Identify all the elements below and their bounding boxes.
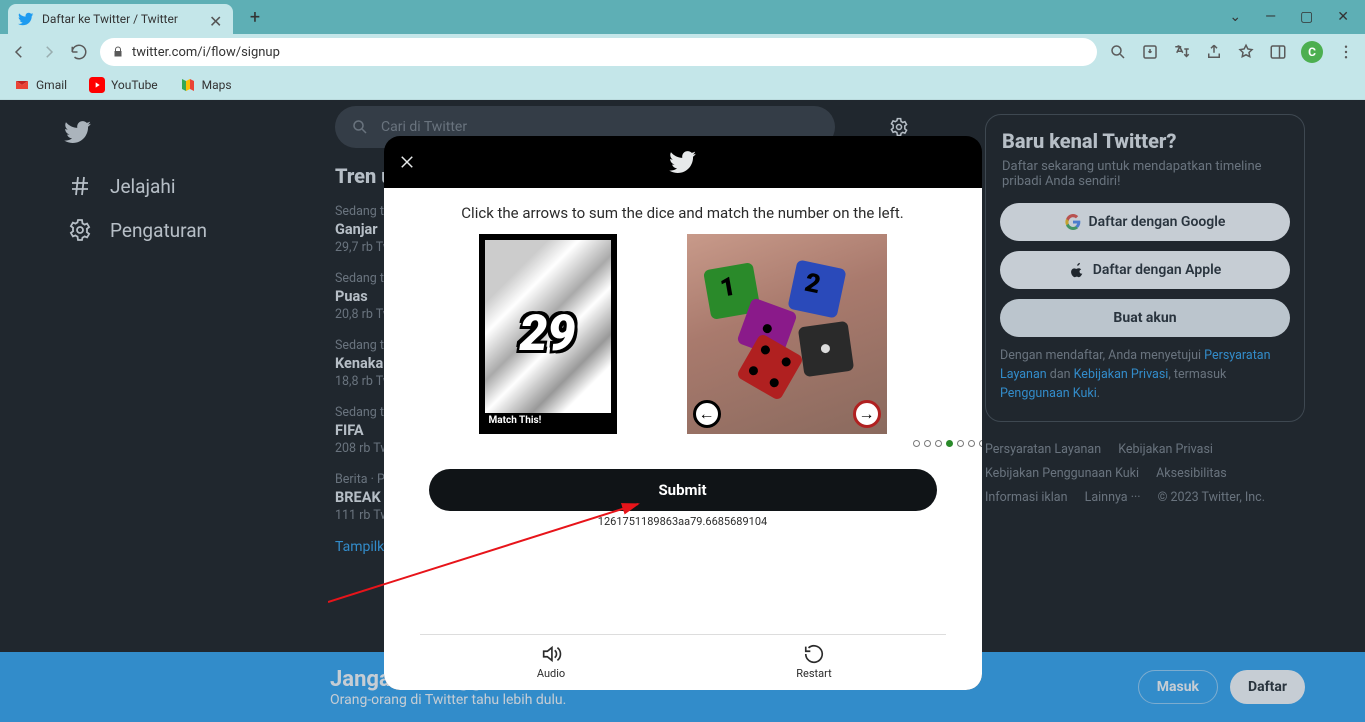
dot	[935, 440, 942, 447]
bookmark-star-icon[interactable]	[1237, 43, 1255, 61]
captcha-target-image: 29 Match This!	[479, 234, 617, 434]
url-text: twitter.com/i/flow/signup	[132, 45, 280, 60]
forward-button[interactable]	[40, 43, 58, 61]
close-icon[interactable]	[398, 153, 416, 171]
address-bar[interactable]: twitter.com/i/flow/signup	[100, 38, 1097, 66]
captcha-dice-image: 1 2 ← →	[687, 234, 887, 434]
side-panel-icon[interactable]	[1269, 43, 1287, 61]
tab-strip: Daftar ke Twitter / Twitter ✕ + ⌄ ― ▢ ✕	[0, 0, 1365, 34]
captcha-arrow-left[interactable]: ←	[693, 400, 721, 428]
dot	[979, 440, 982, 447]
bookmark-gmail[interactable]: Gmail	[14, 77, 67, 93]
audio-icon	[540, 643, 562, 665]
back-button[interactable]	[10, 43, 28, 61]
kebab-menu-icon[interactable]	[1337, 43, 1355, 61]
captcha-target-number: 29	[519, 305, 575, 363]
browser-toolbar: twitter.com/i/flow/signup C	[0, 34, 1365, 70]
dot	[924, 440, 931, 447]
captcha-body: Click the arrows to sum the dice and mat…	[384, 188, 982, 690]
modal-header	[384, 136, 982, 188]
reload-button[interactable]	[70, 43, 88, 61]
minimize-icon[interactable]: ―	[1265, 9, 1276, 25]
search-icon[interactable]	[1109, 43, 1127, 61]
new-tab-button[interactable]: +	[241, 3, 269, 31]
bookmark-label: YouTube	[111, 78, 158, 92]
die-blue: 2	[787, 259, 846, 318]
captcha-arrow-right[interactable]: →	[853, 400, 881, 428]
tab-title: Daftar ke Twitter / Twitter	[42, 12, 201, 26]
captcha-submit-button[interactable]: Submit	[429, 469, 937, 511]
bookmarks-bar: Gmail YouTube Maps	[0, 70, 1365, 100]
twitter-favicon	[18, 11, 34, 27]
button-label: Restart	[796, 667, 831, 680]
gmail-icon	[14, 77, 30, 93]
bookmark-youtube[interactable]: YouTube	[89, 77, 158, 93]
twitter-logo	[669, 148, 697, 176]
install-icon[interactable]	[1141, 43, 1159, 61]
dot	[957, 440, 964, 447]
close-window-icon[interactable]: ✕	[1337, 9, 1349, 25]
chevron-down-icon[interactable]: ⌄	[1229, 9, 1241, 25]
captcha-audio-button[interactable]: Audio	[420, 643, 683, 680]
window-controls: ⌄ ― ▢ ✕	[1229, 9, 1357, 25]
maximize-icon[interactable]: ▢	[1300, 9, 1313, 25]
captcha-id: 1261751189863aa79.6685689104	[598, 515, 767, 528]
restart-icon	[803, 643, 825, 665]
lock-icon	[112, 46, 124, 58]
bookmark-maps[interactable]: Maps	[180, 77, 232, 93]
captcha-pagination	[850, 440, 982, 447]
signup-modal: Click the arrows to sum the dice and mat…	[384, 136, 982, 690]
share-icon[interactable]	[1205, 43, 1223, 61]
maps-icon	[180, 77, 196, 93]
button-label: Audio	[537, 667, 565, 680]
captcha-instruction: Click the arrows to sum the dice and mat…	[461, 204, 903, 222]
captcha-restart-button[interactable]: Restart	[683, 643, 946, 680]
translate-icon[interactable]	[1173, 43, 1191, 61]
dot	[968, 440, 975, 447]
bookmark-label: Maps	[202, 78, 232, 92]
tab-close-icon[interactable]: ✕	[209, 12, 223, 26]
dot-active	[946, 440, 953, 447]
youtube-icon	[89, 77, 105, 93]
die-dark	[797, 321, 853, 377]
browser-tab[interactable]: Daftar ke Twitter / Twitter ✕	[8, 4, 233, 34]
modal-backdrop[interactable]: Click the arrows to sum the dice and mat…	[0, 100, 1365, 722]
match-this-label: Match This!	[485, 413, 611, 428]
profile-avatar[interactable]: C	[1301, 41, 1323, 63]
profile-letter: C	[1308, 45, 1316, 59]
dot	[913, 440, 920, 447]
bookmark-label: Gmail	[36, 78, 67, 92]
